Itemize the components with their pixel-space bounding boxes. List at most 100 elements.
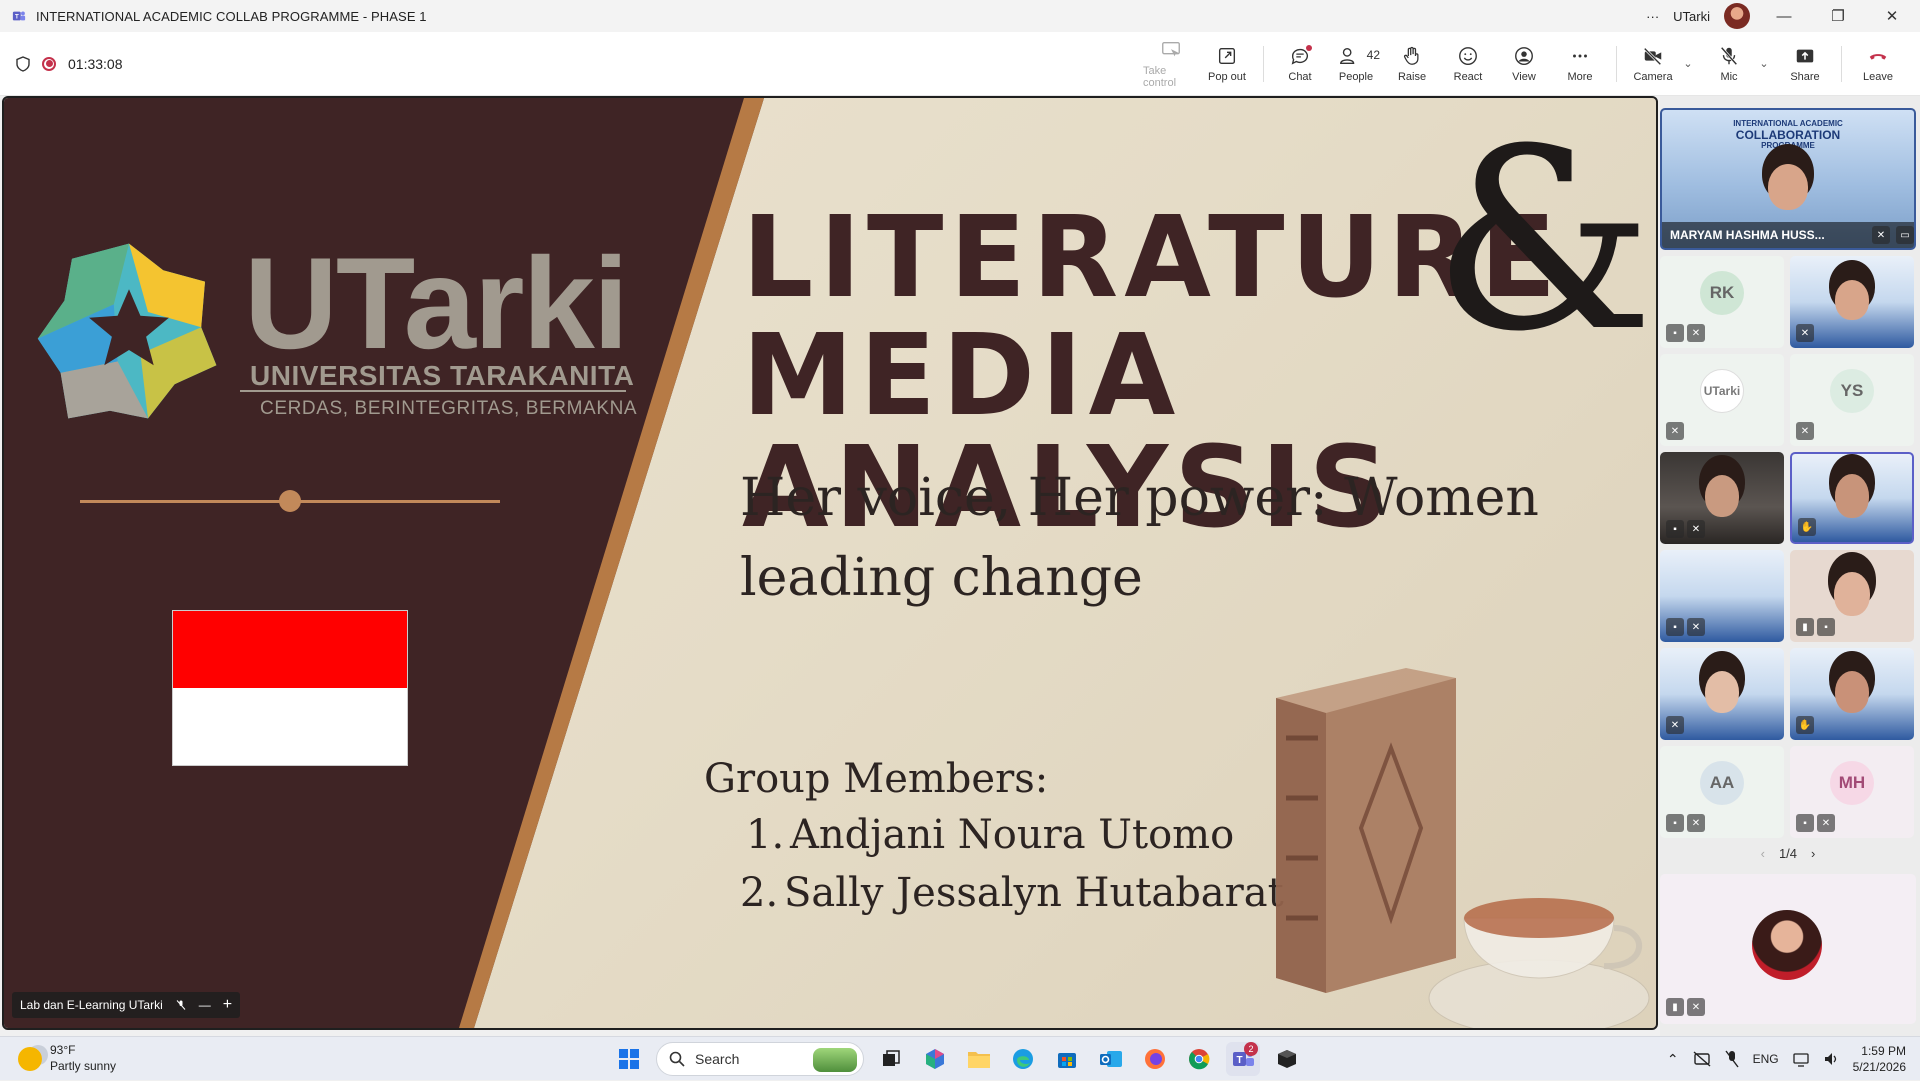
featured-participant-tile[interactable]: INTERNATIONAL ACADEMIC COLLABORATION PRO… [1660,108,1916,250]
participant-tile[interactable]: ✕ [1660,648,1784,740]
slide-member-item: 1. Andjani Noura Utomo [746,812,1235,858]
mic-off-icon [176,1000,186,1010]
minimize-button[interactable]: — [1764,0,1804,32]
video-off-icon: ▪ [1666,324,1684,342]
audio-level-icon: ▮ [1666,998,1684,1016]
ellipsis-icon [1573,54,1587,57]
take-control-button[interactable]: Take control [1143,36,1199,92]
more-options-icon[interactable]: ··· [1646,9,1659,24]
participant-video [1768,164,1808,211]
mic-off-icon: ✕ [1687,998,1705,1016]
toolbar-divider [1616,45,1617,82]
mic-muted-tray-icon[interactable] [1725,1050,1739,1068]
camera-button[interactable]: Camera [1625,36,1681,92]
flag-white-band [173,688,407,765]
task-view-icon[interactable] [874,1042,908,1076]
participant-tile[interactable]: ✋ [1790,648,1914,740]
indonesia-flag [172,610,408,766]
participant-video [1835,671,1869,714]
meeting-toolbar: 01:33:08 Take control Pop out Chat 42 Pe… [0,32,1920,96]
people-button[interactable]: 42 People [1328,36,1384,92]
share-button[interactable]: Share [1777,36,1833,92]
mic-off-icon: ✕ [1666,716,1684,734]
weather-icon [18,1046,42,1071]
participant-tile[interactable]: ✋ [1790,452,1914,544]
next-page-button[interactable]: › [1811,846,1815,861]
slide-member-item: 2. Sally Jessalyn Hutabarat [740,870,1284,916]
recording-icon [42,56,56,71]
app-cube-icon[interactable] [1270,1042,1304,1076]
self-view-tile[interactable]: ▮ ✕ [1660,874,1916,1024]
raise-hand-button[interactable]: Raise [1384,36,1440,92]
slide-members-heading: Group Members: [704,756,1049,802]
hand-icon: ✋ [1798,518,1816,536]
outlook-icon[interactable] [1094,1042,1128,1076]
windows-start-icon[interactable] [612,1042,646,1076]
participant-tile[interactable]: MH ▪ ✕ [1790,746,1914,838]
svg-text:T: T [15,14,19,21]
chrome-icon[interactable] [1182,1042,1216,1076]
participant-tile[interactable]: ▪ ✕ [1660,550,1784,642]
view-icon [1515,46,1533,65]
video-off-icon: ▪ [1666,814,1684,832]
page-indicator: 1/4 [1778,846,1798,861]
meeting-timer: 01:33:08 [68,55,123,72]
restore-button[interactable]: ❐ [1818,0,1858,32]
zoom-in-button[interactable]: + [223,996,232,1014]
volume-icon[interactable] [1823,1051,1839,1067]
participant-tile[interactable]: RK ▪ ✕ [1660,256,1784,348]
mic-button[interactable]: Mic [1701,36,1757,92]
participant-video [1835,474,1869,519]
shield-icon[interactable] [16,55,30,72]
account-name[interactable]: UTarki [1673,9,1710,24]
input-language[interactable]: ENG [1753,1052,1779,1066]
more-button[interactable]: More [1552,36,1608,92]
account-avatar[interactable] [1724,3,1750,29]
participant-tile[interactable]: YS ✕ [1790,354,1914,446]
react-button[interactable]: React [1440,36,1496,92]
window-title: INTERNATIONAL ACADEMIC COLLAB PROGRAMME … [36,8,427,24]
share-icon [1796,49,1814,62]
previous-page-button[interactable]: ‹ [1761,846,1765,861]
participant-initials: YS [1830,368,1874,413]
search-icon [669,1051,685,1067]
edge-browser-icon[interactable] [1006,1042,1040,1076]
close-button[interactable]: ✕ [1872,0,1912,32]
screen-icon: ▭ [1896,226,1914,244]
svg-text:T: T [1236,1055,1242,1066]
participant-tile[interactable]: ▮ ▪ [1790,550,1914,642]
teams-notification-badge: 2 [1244,1042,1258,1056]
system-tray: ⌃ ENG 1:59 PM 5/21/2026 [1667,1037,1906,1081]
participant-video [1705,671,1739,714]
firefox-icon[interactable] [1138,1042,1172,1076]
mic-options-chevron-icon[interactable]: ⌄ [1757,36,1771,92]
microsoft-365-icon[interactable] [918,1042,952,1076]
network-off-icon[interactable] [1693,1051,1711,1067]
participant-tile[interactable]: ▪ ✕ [1660,452,1784,544]
participant-tile[interactable]: ✕ [1790,256,1914,348]
shared-content-stage[interactable]: UTarki UNIVERSITAS TARAKANITA CERDAS, BE… [2,96,1658,1030]
leave-button[interactable]: Leave [1850,36,1906,92]
participant-tile[interactable]: UTarki ✕ [1660,354,1784,446]
presentation-slide: UTarki UNIVERSITAS TARAKANITA CERDAS, BE… [4,98,1656,1028]
chat-button[interactable]: Chat [1272,36,1328,92]
slide-decor-dot [279,490,301,512]
microsoft-store-icon[interactable] [1050,1042,1084,1076]
mic-off-icon: ✕ [1796,324,1814,342]
pop-out-button[interactable]: Pop out [1199,36,1255,92]
zoom-out-button[interactable]: — [199,998,211,1012]
taskbar-search[interactable]: Search [656,1042,864,1076]
teacup-illustration [1428,898,1650,1028]
participant-name-bar: MARYAM HASHMA HUSS... ✕ ▭ [1662,222,1914,248]
weather-widget[interactable]: 93°F Partly sunny [18,1043,116,1074]
file-explorer-icon[interactable] [962,1042,996,1076]
participant-tile[interactable]: AA ▪ ✕ [1660,746,1784,838]
camera-options-chevron-icon[interactable]: ⌄ [1681,36,1695,92]
system-clock[interactable]: 1:59 PM 5/21/2026 [1853,1043,1906,1075]
tray-overflow-chevron-icon[interactable]: ⌃ [1667,1051,1679,1068]
teams-taskbar-icon[interactable]: T 2 [1226,1042,1260,1076]
utarki-star-logo-icon [37,243,217,419]
smiley-icon [1459,46,1477,65]
display-icon[interactable] [1792,1051,1809,1067]
view-button[interactable]: View [1496,36,1552,92]
